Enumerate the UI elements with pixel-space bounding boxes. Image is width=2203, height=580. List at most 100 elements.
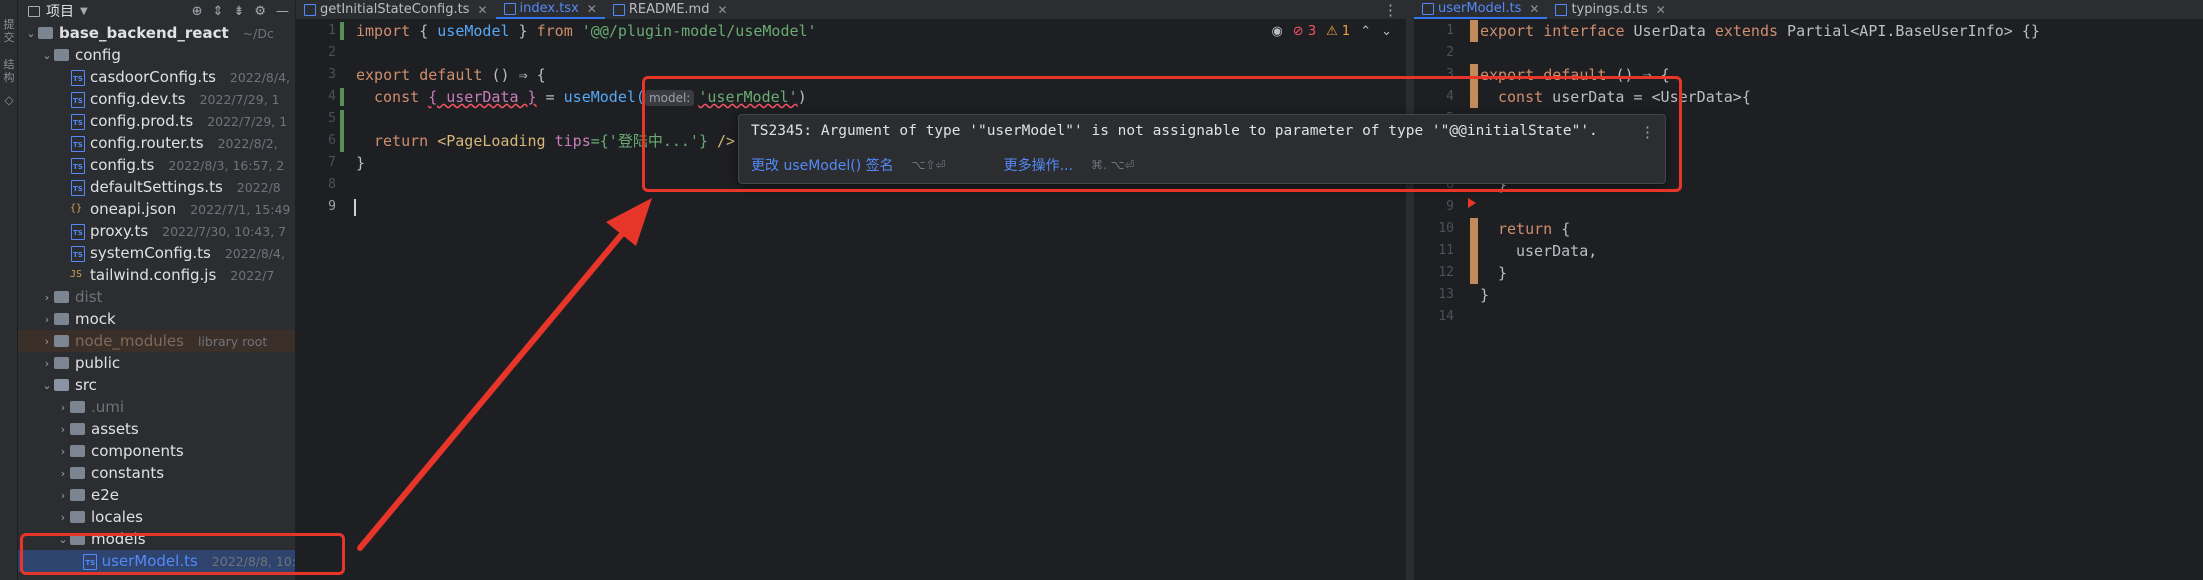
folder-icon — [54, 313, 69, 325]
chevron-down-icon[interactable]: ⌄ — [40, 379, 54, 392]
inspection-widget[interactable]: ◉ ⊘ 3 ⚠ 1 ⌃ ⌄ — [1271, 24, 1392, 39]
locate-icon[interactable]: ⊕ — [192, 4, 203, 19]
tree-item[interactable]: JS tailwind.config.js 2022/7 — [18, 264, 295, 286]
chevron-right-icon[interactable]: › — [56, 511, 70, 524]
collapse-all-icon[interactable]: ⇟ — [233, 4, 244, 19]
line-number: 4 — [328, 89, 336, 104]
tab-getinitialstateconfig[interactable]: getInitialStateConfig.ts ✕ — [296, 0, 496, 19]
change-marker[interactable] — [1470, 20, 1478, 42]
chevron-right-icon[interactable]: › — [56, 401, 70, 414]
tab-label: index.tsx — [519, 1, 579, 16]
line-number-current: 9 — [328, 199, 336, 214]
warning-count[interactable]: ⚠ 1 — [1326, 24, 1350, 39]
ts-file-icon — [1422, 2, 1434, 15]
code-token: useModel( — [563, 88, 645, 106]
close-icon[interactable]: ✕ — [717, 3, 727, 17]
tree-item[interactable]: ⌄ config — [18, 44, 295, 66]
tree-item[interactable]: › e2e — [18, 484, 295, 506]
tree-item-label: public — [75, 354, 121, 372]
code-token: return — [374, 132, 429, 150]
chevron-down-icon[interactable]: ▼ — [80, 6, 88, 17]
chevron-right-icon[interactable]: › — [56, 423, 70, 436]
project-title[interactable]: 项目 — [46, 1, 74, 21]
code-line-13: } — [1480, 286, 1490, 304]
project-panel-header: 项目 ▼ ⊕ ⇕ ⇟ ⚙ — — [18, 0, 295, 22]
close-icon[interactable]: ✕ — [1656, 3, 1666, 17]
ts-file-icon — [70, 224, 85, 240]
code-token: return — [1498, 220, 1553, 238]
tree-item[interactable]: › public — [18, 352, 295, 374]
folder-icon — [70, 445, 85, 457]
project-panel: 项目 ▼ ⊕ ⇕ ⇟ ⚙ — ⌄ base_backend_react ~/Dc ⌄ c… — [18, 0, 296, 580]
annotation-box-file — [20, 533, 345, 575]
tree-item[interactable]: › dist — [18, 286, 295, 308]
tab-typings[interactable]: typings.d.ts ✕ — [1547, 0, 1673, 19]
folder-icon — [54, 49, 69, 61]
tree-item[interactable]: casdoorConfig.ts 2022/8/4, — [18, 66, 295, 88]
tree-item[interactable]: › locales — [18, 506, 295, 528]
code-token: tips — [554, 132, 591, 150]
change-marker[interactable] — [340, 110, 344, 152]
tree-item-label: node_modules — [75, 332, 184, 350]
tree-item[interactable]: config.router.ts 2022/8/2, — [18, 132, 295, 154]
chevron-right-icon[interactable]: › — [40, 335, 54, 348]
folder-icon — [54, 291, 69, 303]
close-icon[interactable]: ✕ — [587, 2, 597, 16]
tree-item[interactable]: › .umi — [18, 396, 295, 418]
commit-tool-button[interactable]: 提交 — [2, 18, 16, 44]
line-number: 3 — [328, 67, 336, 82]
change-marker[interactable] — [340, 22, 344, 40]
hide-icon[interactable]: — — [276, 4, 289, 19]
change-marker[interactable] — [340, 88, 344, 106]
tree-item[interactable]: ⌄ base_backend_react ~/Dc — [18, 22, 295, 44]
change-marker[interactable] — [1470, 218, 1478, 284]
tree-item-label: tailwind.config.js — [90, 266, 217, 284]
chevron-down-icon[interactable]: ⌄ — [24, 27, 38, 40]
ts-file-icon — [70, 180, 85, 196]
tree-item[interactable]: ⌄ src — [18, 374, 295, 396]
line-number: 1 — [1446, 23, 1454, 38]
tree-item[interactable]: › mock — [18, 308, 295, 330]
tree-item[interactable]: › constants — [18, 462, 295, 484]
error-count[interactable]: ⊘ 3 — [1293, 24, 1316, 39]
eye-icon[interactable]: ◉ — [1271, 24, 1282, 39]
tree-item-meta: 2022/8/3, 16:57, 2 — [168, 157, 285, 173]
folder-icon — [70, 467, 85, 479]
tree-item[interactable]: config.ts 2022/8/3, 16:57, 2 — [18, 154, 295, 176]
structure-tool-button[interactable]: 结构 — [2, 58, 16, 84]
chevron-right-icon[interactable]: › — [56, 467, 70, 480]
expand-all-icon[interactable]: ⇕ — [213, 4, 224, 19]
close-icon[interactable]: ✕ — [1529, 2, 1539, 16]
tree-item[interactable]: proxy.ts 2022/7/30, 10:43, 7 — [18, 220, 295, 242]
chevron-down-icon[interactable]: ⌄ — [40, 49, 54, 62]
tree-item[interactable]: {} oneapi.json 2022/7/1, 15:49 — [18, 198, 295, 220]
tree-item[interactable]: defaultSettings.ts 2022/8 — [18, 176, 295, 198]
tab-usermodel[interactable]: userModel.ts ✕ — [1414, 0, 1548, 19]
tab-readme[interactable]: README.md ✕ — [605, 0, 736, 19]
tree-item[interactable]: config.dev.ts 2022/7/29, 1 — [18, 88, 295, 110]
tree-item[interactable]: › node_modules library root — [18, 330, 295, 352]
folder-icon — [70, 423, 85, 435]
chevron-right-icon[interactable]: › — [56, 489, 70, 502]
tree-item[interactable]: config.prod.ts 2022/7/29, 1 — [18, 110, 295, 132]
diamond-icon[interactable]: ◇ — [2, 94, 16, 107]
more-tabs-icon[interactable]: ⋮ — [1375, 0, 1406, 19]
breakpoint-arrow-icon[interactable] — [1468, 198, 1476, 208]
tab-index-tsx[interactable]: index.tsx ✕ — [495, 0, 605, 19]
close-icon[interactable]: ✕ — [477, 3, 487, 17]
gear-icon[interactable]: ⚙ — [254, 4, 266, 19]
tree-item-meta: 2022/8 — [236, 179, 281, 195]
chevron-right-icon[interactable]: › — [40, 357, 54, 370]
chevron-right-icon[interactable]: › — [56, 445, 70, 458]
chevron-up-icon[interactable]: ⌃ — [1360, 24, 1371, 39]
tree-item[interactable]: systemConfig.ts 2022/8/4, — [18, 242, 295, 264]
tree-item[interactable]: › components — [18, 440, 295, 462]
line-number: 8 — [328, 177, 336, 192]
code-token: UserData — [1624, 22, 1715, 40]
tree-item[interactable]: › assets — [18, 418, 295, 440]
project-icon — [28, 5, 40, 17]
chevron-right-icon[interactable]: › — [40, 313, 54, 326]
tree-item-label: mock — [75, 310, 116, 328]
chevron-right-icon[interactable]: › — [40, 291, 54, 304]
chevron-down-icon[interactable]: ⌄ — [1381, 24, 1392, 39]
